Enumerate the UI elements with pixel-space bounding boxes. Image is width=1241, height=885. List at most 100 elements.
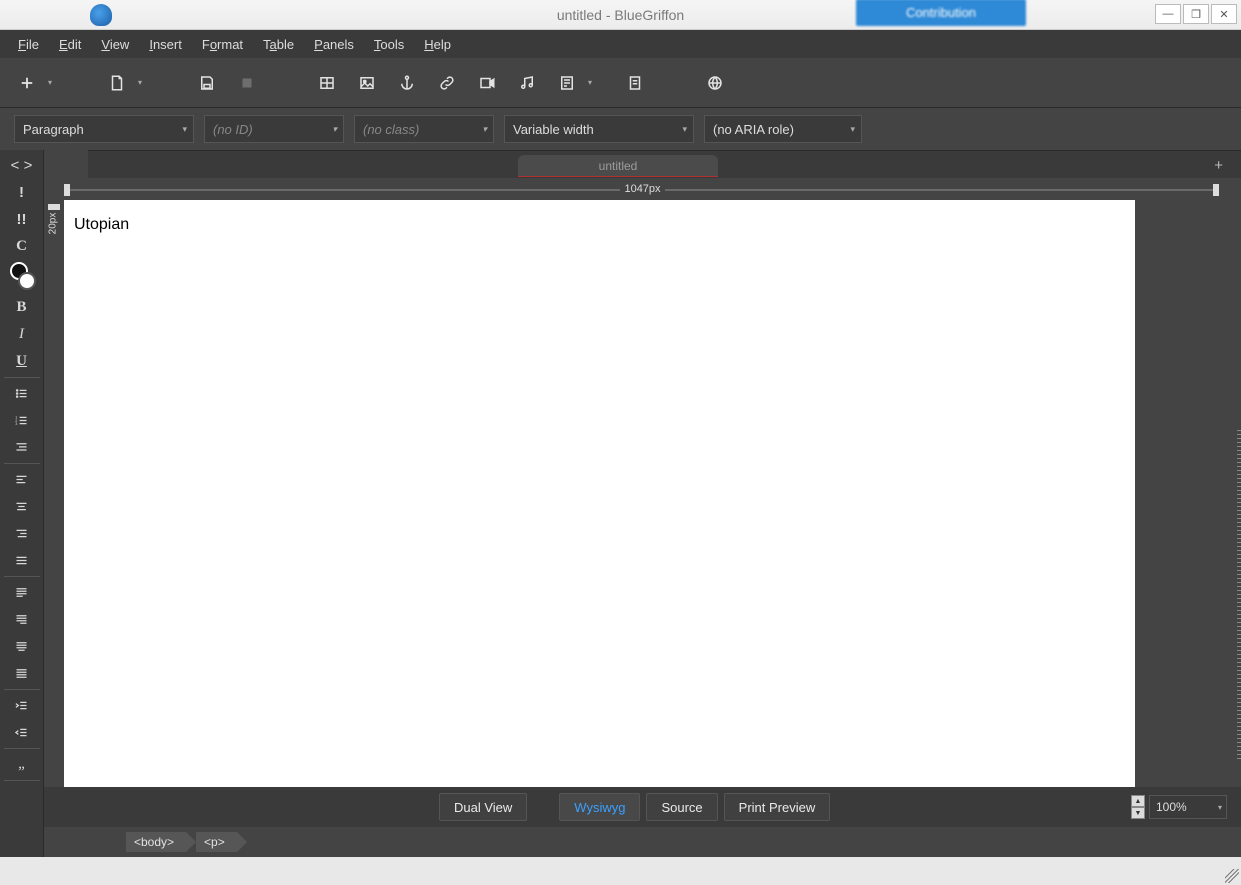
bottom-toolbar: Dual View Wysiwyg Source Print Preview ▲… <box>44 787 1241 827</box>
insert-anchor-button[interactable] <box>392 68 422 98</box>
dual-view-button[interactable]: Dual View <box>439 793 527 821</box>
ruler-top-marker[interactable] <box>48 204 60 210</box>
format-bar: Paragraph▾ (no ID)▾ (no class)▾ Variable… <box>0 108 1241 150</box>
font-select[interactable]: Variable width▾ <box>504 115 694 143</box>
source-view-button[interactable]: Source <box>646 793 717 821</box>
ordered-list-button[interactable]: 123 <box>0 407 44 434</box>
zoom-spinner[interactable]: ▲ ▼ <box>1131 795 1145 819</box>
justify-full-all-button[interactable] <box>0 660 44 687</box>
font-select-value: Variable width <box>513 122 594 137</box>
background-color-swatch[interactable] <box>18 272 36 290</box>
justify-full-left-button[interactable] <box>0 579 44 606</box>
menu-edit[interactable]: Edit <box>51 35 89 54</box>
insert-video-button[interactable] <box>472 68 502 98</box>
print-preview-button[interactable]: Print Preview <box>724 793 831 821</box>
indent-button[interactable] <box>0 692 44 719</box>
align-justify-button[interactable] <box>0 547 44 574</box>
definition-list-button[interactable] <box>0 434 44 461</box>
aria-role-select-value: (no ARIA role) <box>713 122 794 137</box>
ruler-right-marker[interactable] <box>1213 184 1219 196</box>
align-center-button[interactable] <box>0 493 44 520</box>
main-area: < > ! !! C B I U 123 „ unti <box>0 150 1241 857</box>
wysiwyg-view-button[interactable]: Wysiwyg <box>559 793 640 821</box>
justify-full-center-button[interactable] <box>0 633 44 660</box>
stop-button[interactable] <box>232 68 262 98</box>
align-left-button[interactable] <box>0 466 44 493</box>
zoom-up-button[interactable]: ▲ <box>1131 795 1145 807</box>
new-tab-button[interactable]: + <box>1214 157 1223 174</box>
paragraph-select-value: Paragraph <box>23 122 84 137</box>
window-title: untitled - BlueGriffon <box>557 7 684 23</box>
menu-bar: File Edit View Insert Format Table Panel… <box>0 30 1241 58</box>
insert-link-button[interactable] <box>432 68 462 98</box>
unordered-list-button[interactable] <box>0 380 44 407</box>
aria-role-select[interactable]: (no ARIA role)▾ <box>704 115 862 143</box>
contribution-button[interactable]: Contribution <box>856 0 1026 26</box>
align-right-button[interactable] <box>0 520 44 547</box>
menu-insert[interactable]: Insert <box>141 35 190 54</box>
vertical-ruler[interactable]: 20px <box>44 200 64 787</box>
zoom-down-button[interactable]: ▼ <box>1131 807 1145 819</box>
menu-help[interactable]: Help <box>416 35 459 54</box>
zoom-select[interactable]: 100%▾ <box>1149 795 1227 819</box>
clipboard-button[interactable] <box>620 68 650 98</box>
ruler-height-label: 20px <box>47 213 58 235</box>
save-button[interactable] <box>192 68 222 98</box>
menu-view[interactable]: View <box>93 35 137 54</box>
window-minimize-button[interactable]: — <box>1155 4 1181 24</box>
app-logo-icon <box>90 4 112 26</box>
editor-canvas[interactable]: Utopian <box>64 200 1135 787</box>
document-tab-active[interactable]: untitled <box>518 155 718 177</box>
class-style-button[interactable]: C <box>0 233 44 260</box>
main-toolbar: ▾ ▾ ▾ <box>0 58 1241 108</box>
menu-format[interactable]: Format <box>194 35 251 54</box>
class-select-placeholder: (no class) <box>363 122 419 137</box>
menu-panels[interactable]: Panels <box>306 35 362 54</box>
window-maximize-button[interactable]: ❐ <box>1183 4 1209 24</box>
browser-preview-button[interactable] <box>700 68 730 98</box>
right-gutter <box>1141 200 1241 787</box>
blockquote-button[interactable]: „ <box>0 751 44 778</box>
resize-grip-icon[interactable] <box>1225 869 1239 883</box>
editor-column: untitled + 1047px 20px Utopian Dual <box>44 150 1241 857</box>
ruler-width-label: 1047px <box>620 183 664 195</box>
id-select[interactable]: (no ID)▾ <box>204 115 344 143</box>
italic-button[interactable]: I <box>0 321 44 348</box>
outdent-button[interactable] <box>0 719 44 746</box>
open-dropdown-caret[interactable]: ▾ <box>138 78 142 87</box>
color-swatch-stack[interactable] <box>0 260 44 294</box>
bold-button[interactable]: B <box>0 294 44 321</box>
important-single-button[interactable]: ! <box>0 179 44 206</box>
insert-form-button[interactable] <box>552 68 582 98</box>
element-path-bar: <body> <p> <box>44 827 1241 857</box>
document-content[interactable]: Utopian <box>74 216 129 233</box>
paragraph-select[interactable]: Paragraph▾ <box>14 115 194 143</box>
underline-button[interactable]: U <box>0 348 44 375</box>
right-gutter-ornament-icon <box>1237 430 1241 760</box>
menu-tools[interactable]: Tools <box>366 35 412 54</box>
menu-file[interactable]: File <box>10 35 47 54</box>
id-select-placeholder: (no ID) <box>213 122 253 137</box>
horizontal-ruler[interactable]: 1047px <box>44 180 1241 200</box>
svg-text:3: 3 <box>15 422 17 426</box>
justify-full-right-button[interactable] <box>0 606 44 633</box>
window-titlebar: untitled - BlueGriffon Contribution — ❐ … <box>0 0 1241 30</box>
new-dropdown-caret[interactable]: ▾ <box>48 78 52 87</box>
insert-table-button[interactable] <box>312 68 342 98</box>
important-double-button[interactable]: !! <box>0 206 44 233</box>
new-button[interactable] <box>12 68 42 98</box>
window-close-button[interactable]: ✕ <box>1211 4 1237 24</box>
document-tabstrip: untitled + <box>88 150 1241 178</box>
element-nav-button[interactable]: < > <box>0 152 44 179</box>
path-crumb-p[interactable]: <p> <box>196 832 237 852</box>
ruler-left-marker[interactable] <box>64 184 70 196</box>
zoom-value: 100% <box>1156 800 1187 814</box>
insert-audio-button[interactable] <box>512 68 542 98</box>
menu-table[interactable]: Table <box>255 35 302 54</box>
path-crumb-body[interactable]: <body> <box>126 832 186 852</box>
insert-image-button[interactable] <box>352 68 382 98</box>
class-select[interactable]: (no class)▾ <box>354 115 494 143</box>
form-dropdown-caret[interactable]: ▾ <box>588 78 592 87</box>
side-toolbar: < > ! !! C B I U 123 „ <box>0 150 44 857</box>
open-file-button[interactable] <box>102 68 132 98</box>
